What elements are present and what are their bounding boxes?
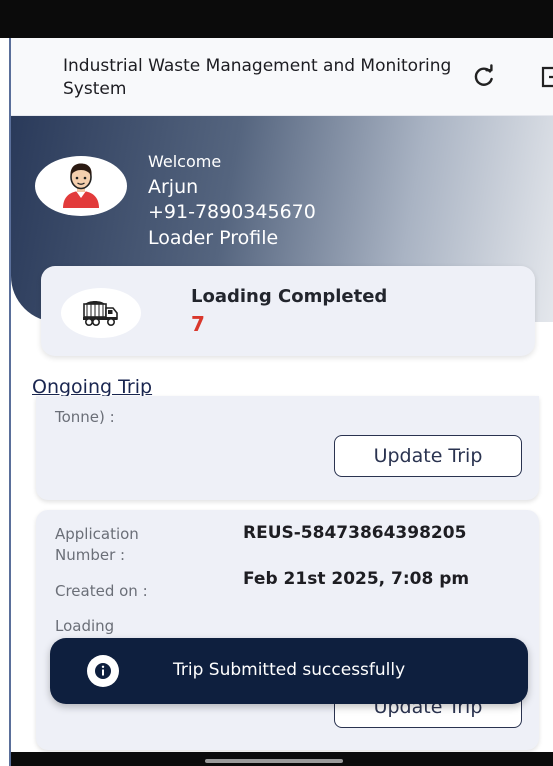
stat-label: Loading Completed	[191, 286, 388, 307]
update-trip-button[interactable]: Update Trip	[334, 435, 522, 477]
user-phone: +91-7890345670	[148, 201, 316, 223]
loading-completed-card: Loading Completed 7	[41, 266, 535, 356]
logout-icon[interactable]	[539, 64, 553, 90]
toast-message: Trip Submitted successfully	[173, 660, 406, 680]
created-on-value: Feb 21st 2025, 7:08 pm	[243, 569, 470, 589]
ongoing-trip-title[interactable]: Ongoing Trip	[32, 376, 152, 398]
loading-label: Loading	[55, 617, 115, 635]
home-gesture-handle[interactable]	[205, 759, 343, 763]
status-bar	[0, 0, 553, 38]
success-toast: Trip Submitted successfully	[50, 638, 528, 704]
user-name: Arjun	[148, 176, 199, 198]
user-role: Loader Profile	[148, 227, 279, 249]
refresh-icon[interactable]	[469, 62, 499, 92]
trip-card: Application Number : REUS-58473864398205…	[36, 510, 539, 750]
system-nav-bar	[0, 752, 553, 766]
application-number-value: REUS-58473864398205	[243, 523, 467, 543]
stat-value: 7	[191, 312, 205, 336]
field-label: Tonne) :	[55, 408, 115, 426]
user-avatar-icon	[35, 156, 127, 216]
created-on-label: Created on :	[55, 582, 148, 600]
info-icon	[87, 655, 119, 687]
app-title: Industrial Waste Management and Monitori…	[63, 56, 452, 99]
window-edge	[0, 38, 11, 766]
app-screen: Industrial Waste Management and Monitori…	[0, 0, 553, 766]
app-bar: Industrial Waste Management and Monitori…	[11, 38, 553, 116]
application-number-label: Application Number :	[55, 525, 139, 564]
dump-truck-icon	[61, 288, 141, 338]
welcome-label: Welcome	[148, 152, 222, 171]
trip-card: Tonne) : Update Trip	[36, 396, 539, 500]
